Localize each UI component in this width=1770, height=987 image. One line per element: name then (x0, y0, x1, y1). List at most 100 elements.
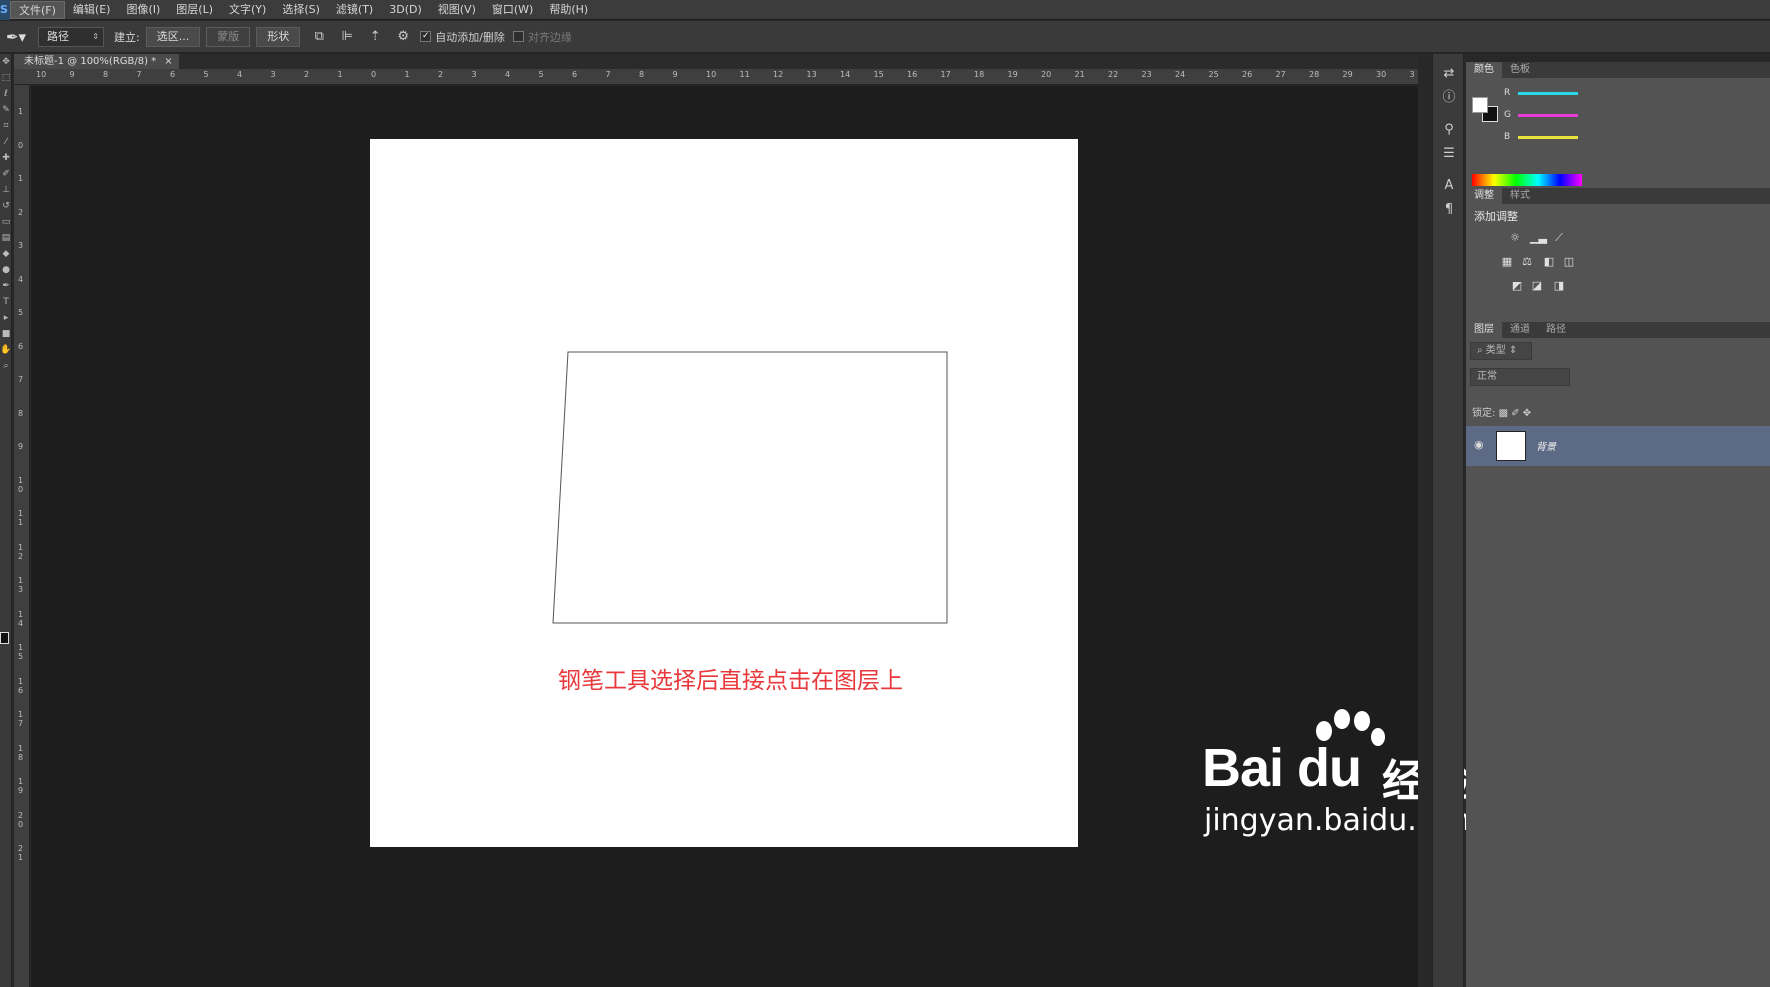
lasso-tool-icon[interactable]: ℓ (0, 86, 12, 102)
menu-edit[interactable]: 编辑(E) (65, 1, 119, 19)
dodge-tool-icon[interactable]: ● (0, 262, 12, 278)
menu-select[interactable]: 选择(S) (274, 1, 328, 19)
vertical-ruler[interactable]: 101234567891 01 11 21 31 41 51 61 71 81 … (14, 85, 30, 987)
menu-bar: S 文件(F) 编辑(E) 图像(I) 图层(L) 文字(Y) 选择(S) 滤镜… (0, 0, 1770, 20)
pen-tool-preset-icon[interactable]: ✒▾ (0, 21, 32, 53)
curves-icon[interactable]: ⟋ (1552, 232, 1566, 244)
panel-dock-gutter (1418, 54, 1432, 987)
hue-saturation-icon[interactable]: ▦ (1500, 256, 1514, 268)
tab-adjustments[interactable]: 调整 (1466, 188, 1502, 204)
tab-styles[interactable]: 样式 (1502, 188, 1538, 204)
healing-tool-icon[interactable]: ✚ (0, 150, 12, 166)
stamp-tool-icon[interactable]: ⊥ (0, 182, 12, 198)
make-shape-button[interactable]: 形状 (256, 26, 301, 47)
menu-layer[interactable]: 图层(L) (168, 1, 221, 19)
color-panel: R G B (1466, 78, 1770, 188)
lock-position-icon[interactable]: ✥ (1523, 408, 1531, 419)
ruler-left-label: 1 3 (17, 576, 24, 594)
document-canvas[interactable]: 钢笔工具选择后直接点击在图层上 (370, 139, 1078, 847)
hand-tool-icon[interactable]: ✋ (0, 342, 12, 358)
ruler-left-label: 1 6 (17, 676, 24, 695)
pen-path-shape[interactable] (552, 351, 948, 624)
settings-gear-icon[interactable]: ⚙ (394, 28, 412, 46)
eraser-tool-icon[interactable]: ▭ (0, 214, 12, 230)
brightness-icon[interactable]: ☼ (1508, 232, 1522, 244)
ruler-left-label: 5 (17, 308, 24, 317)
ruler-left-label: 2 1 (17, 844, 24, 862)
tab-swatches[interactable]: 色板 (1502, 62, 1538, 78)
eyedropper-tool-icon[interactable]: ⁄ (0, 134, 12, 150)
path-arrangement-icon[interactable]: ⇡ (366, 28, 384, 46)
menu-window[interactable]: 窗口(W) (484, 1, 541, 19)
ruler-top-label: 10 (706, 70, 717, 79)
menu-image[interactable]: 图像(I) (118, 1, 168, 19)
make-selection-button[interactable]: 选区... (145, 26, 201, 47)
path-alignment-icon[interactable]: ⊫ (338, 28, 356, 46)
gradient-tool-icon[interactable]: ▤ (0, 230, 12, 246)
pen-tool-icon[interactable]: ✒ (0, 278, 12, 294)
color-balance-icon[interactable]: ⚖ (1520, 256, 1534, 268)
path-operations-icon[interactable]: ⧉ (310, 28, 328, 46)
blur-tool-icon[interactable]: ◆ (0, 246, 12, 262)
color-spectrum[interactable] (1472, 174, 1582, 186)
ruler-top-label: 1 (404, 70, 410, 79)
invert-icon[interactable]: ◩ (1510, 280, 1524, 292)
channel-b-slider[interactable] (1518, 136, 1578, 139)
lock-paint-icon[interactable]: ✐ (1511, 408, 1519, 419)
type-tool-icon[interactable]: T (0, 294, 12, 310)
gradient-map-icon[interactable]: ◨ (1552, 280, 1566, 292)
document-tab[interactable]: 未标题-1 @ 100%(RGB/8) * × (14, 54, 179, 69)
channel-g-slider[interactable] (1518, 114, 1578, 117)
layer-filter-select[interactable]: ⌕ 类型 ⇕ (1470, 342, 1532, 360)
move-tool-icon[interactable]: ✥ (0, 54, 12, 70)
brush-panel-icon[interactable]: ⚲ (1433, 118, 1465, 142)
shape-tool-icon[interactable]: ■ (0, 326, 12, 342)
marquee-tool-icon[interactable]: ⬚ (0, 70, 12, 86)
brush-presets-icon[interactable]: ☰ (1433, 142, 1465, 166)
adjust-panel-tabs: 调整 样式 (1466, 188, 1770, 204)
layer-background[interactable]: ◉ 背景 (1466, 426, 1770, 466)
document-workspace[interactable]: 钢笔工具选择后直接点击在图层上 (31, 86, 1418, 987)
auto-add-delete-checkbox[interactable]: ✓ 自动添加/删除 (420, 29, 505, 45)
options-bar: ✒▾ 路径 ⇕ 建立: 选区... 蒙版 形状 ⧉ ⊫ ⇡ ⚙ ✓ 自动添加/删… (0, 21, 1770, 53)
ruler-top-label: 29 (1342, 70, 1353, 79)
menu-help[interactable]: 帮助(H) (541, 1, 596, 19)
quick-select-tool-icon[interactable]: ✎ (0, 102, 12, 118)
ruler-top-label: 6 (572, 70, 578, 79)
align-edges-checkbox[interactable]: 对齐边缘 (512, 29, 572, 45)
close-icon[interactable]: × (164, 54, 172, 69)
document-tab-title: 未标题-1 @ 100%(RGB/8) * (24, 56, 157, 67)
foreground-color-swatch[interactable] (0, 632, 9, 644)
info-panel-icon[interactable]: ⓘ (1433, 86, 1465, 110)
menu-filter[interactable]: 滤镜(T) (328, 1, 381, 19)
channel-r-slider[interactable] (1518, 92, 1578, 95)
zoom-tool-icon[interactable]: ⌕ (0, 358, 12, 374)
menu-type[interactable]: 文字(Y) (221, 1, 274, 19)
posterize-icon[interactable]: ◪ (1530, 280, 1544, 292)
lock-pixels-icon[interactable]: ▩ (1499, 408, 1508, 419)
menu-view[interactable]: 视图(V) (430, 1, 484, 19)
menu-3d[interactable]: 3D(D) (381, 1, 430, 19)
ruler-top-label: 7 (136, 70, 142, 79)
blend-mode-select[interactable]: 正常 (1470, 368, 1570, 386)
history-panel-icon[interactable]: ⇄ (1433, 62, 1465, 86)
black-white-icon[interactable]: ◧ (1542, 256, 1556, 268)
eye-icon[interactable]: ◉ (1474, 438, 1484, 451)
menu-file[interactable]: 文件(F) (10, 0, 65, 19)
pen-mode-select[interactable]: 路径 ⇕ (38, 26, 104, 47)
make-mask-button[interactable]: 蒙版 (206, 26, 251, 47)
tab-paths[interactable]: 路径 (1538, 322, 1574, 338)
character-panel-icon[interactable]: A (1433, 174, 1465, 198)
history-brush-icon[interactable]: ↺ (0, 198, 12, 214)
path-select-tool-icon[interactable]: ▸ (0, 310, 12, 326)
paragraph-panel-icon[interactable]: ¶ (1433, 198, 1465, 222)
levels-icon[interactable]: ▁▃ (1530, 232, 1547, 244)
tab-layers[interactable]: 图层 (1466, 322, 1502, 338)
foreground-color-swatch-panel[interactable] (1472, 97, 1488, 113)
crop-tool-icon[interactable]: ⌗ (0, 118, 12, 134)
brush-tool-icon[interactable]: ✐ (0, 166, 12, 182)
tab-color[interactable]: 颜色 (1466, 62, 1502, 78)
photo-filter-icon[interactable]: ◫ (1562, 256, 1576, 268)
tab-channels[interactable]: 通道 (1502, 322, 1538, 338)
horizontal-ruler[interactable]: 10 9 8 7 6 5 4 3 2 1 0 1 2 3 4 5 6 7 8 9 10 11 12 13 14 15 16 17 18 1… (14, 69, 1418, 85)
